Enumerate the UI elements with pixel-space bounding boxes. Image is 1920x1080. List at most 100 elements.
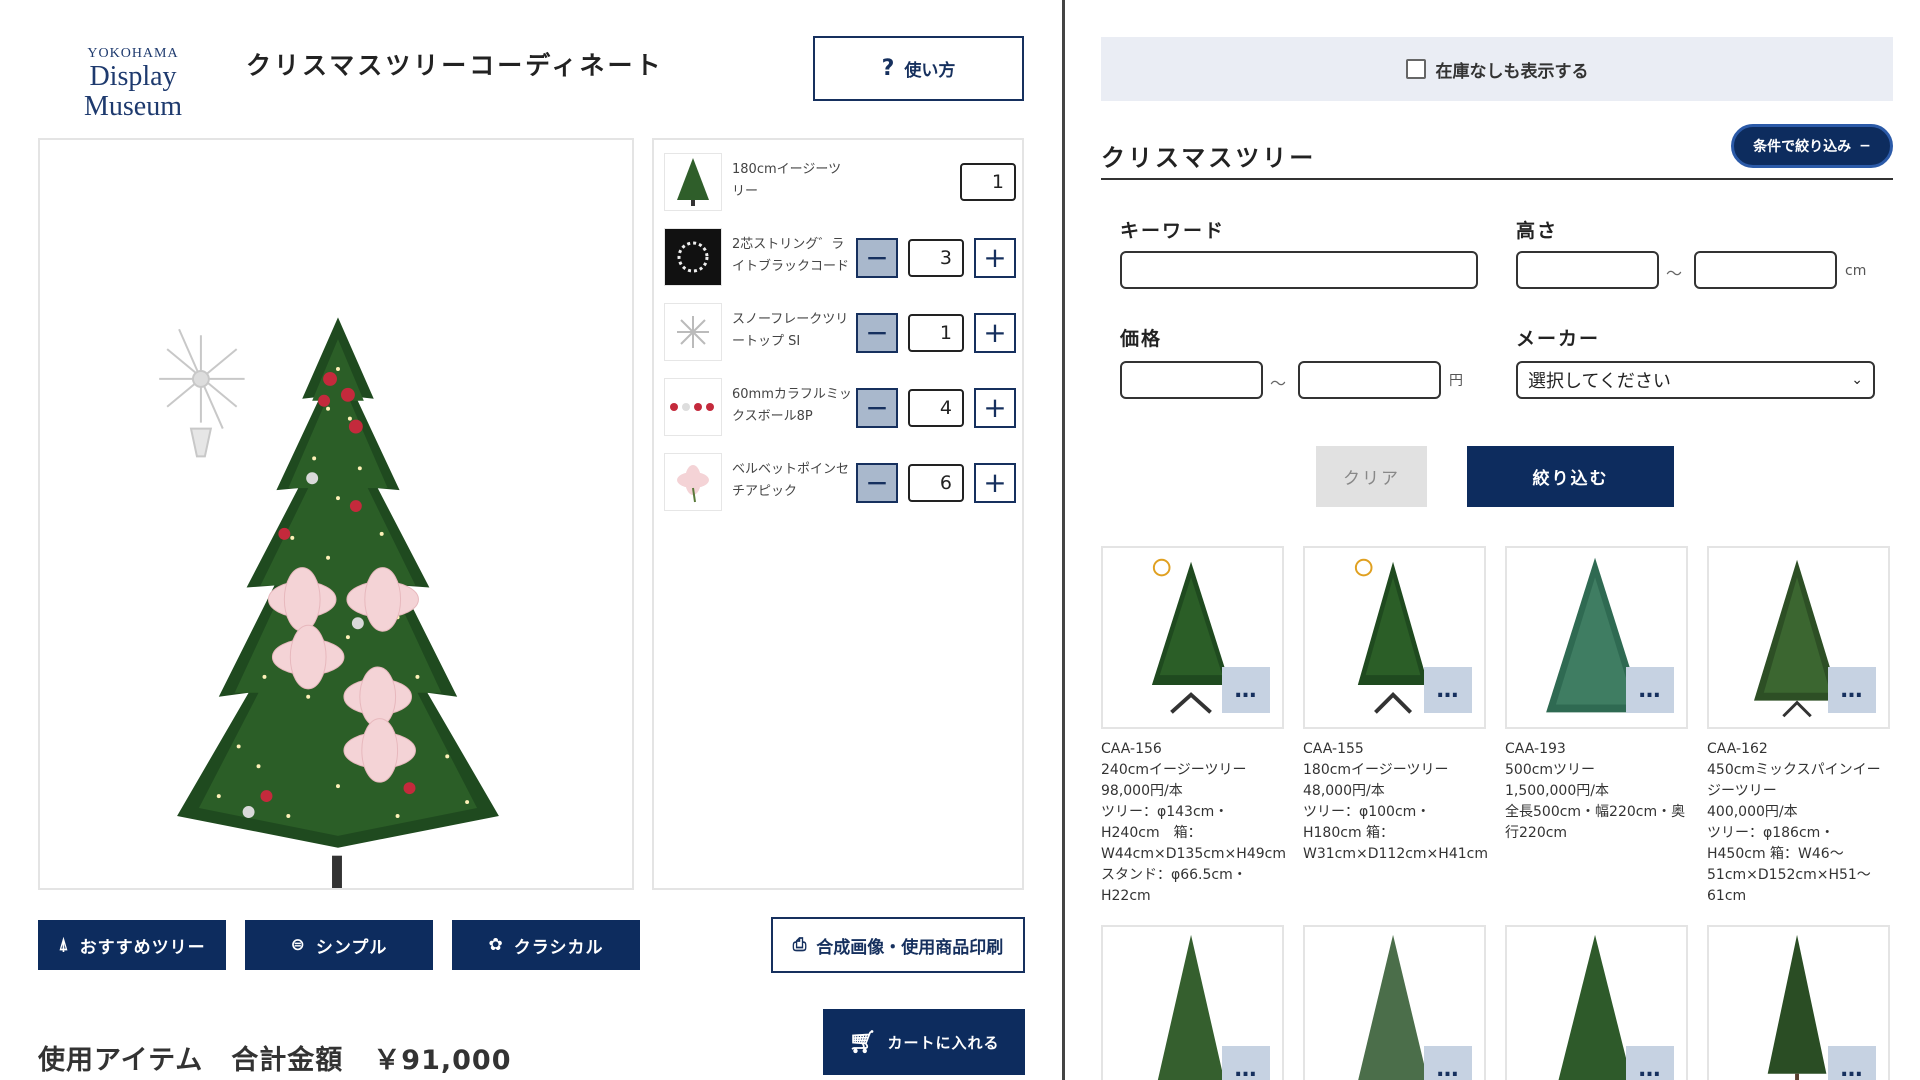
more-options-button[interactable]: … xyxy=(1424,1046,1472,1080)
price-max-input[interactable] xyxy=(1298,361,1441,399)
product-card[interactable]: … CAA-162 450cmミックスパインイージーツリー 400,000円/本… xyxy=(1707,546,1892,907)
site-logo[interactable]: YOKOHAMA Display Museum xyxy=(38,46,228,122)
price-min-input[interactable] xyxy=(1120,361,1263,399)
product-card[interactable]: … xyxy=(1707,925,1892,1080)
more-options-button[interactable]: … xyxy=(1828,1046,1876,1080)
quantity-field[interactable]: 1 xyxy=(908,314,964,352)
more-options-button[interactable]: … xyxy=(1424,667,1472,713)
show-out-of-stock-checkbox[interactable] xyxy=(1405,59,1426,79)
logo-big-text: Display Museum xyxy=(84,61,182,122)
more-options-button[interactable]: … xyxy=(1222,667,1270,713)
item-name: ベルベットポインセチアピック xyxy=(732,462,850,499)
simple-label: シンプル xyxy=(315,937,388,958)
decrease-button[interactable]: − xyxy=(856,238,898,278)
minus-icon: − xyxy=(1859,138,1871,154)
item-thumbnail xyxy=(664,153,722,211)
product-code: CAA-193 xyxy=(1505,741,1566,757)
increase-button[interactable]: + xyxy=(974,238,1016,278)
item-controls: − 6 + xyxy=(856,463,1016,503)
more-options-button[interactable]: … xyxy=(1626,667,1674,713)
snowflake-thumbnail-icon xyxy=(677,316,709,348)
more-options-button[interactable]: … xyxy=(1828,667,1876,713)
increase-button[interactable]: + xyxy=(974,313,1016,353)
list-item: 2芯ストリング゛ライトブラックコード Ver. II ホ… − 3 + xyxy=(664,227,1016,287)
tree-preview-canvas[interactable] xyxy=(38,138,634,986)
add-to-cart-label: カートに入れる xyxy=(887,1033,1000,1052)
section-divider xyxy=(1101,178,1893,180)
quantity-field[interactable]: 1 xyxy=(960,163,1016,201)
height-label: 高さ xyxy=(1516,220,1559,242)
item-thumbnail xyxy=(664,378,722,436)
product-card[interactable]: … CAA-193 500cmツリー 1,500,000円/本 全長500cm・… xyxy=(1505,546,1690,844)
product-image[interactable]: … xyxy=(1505,925,1688,1080)
bell-icon: ✿ xyxy=(488,935,504,955)
show-out-of-stock-label[interactable]: 在庫なしも表示する xyxy=(1436,57,1589,82)
product-card[interactable]: … CAA-156 240cmイージーツリー 98,000円/本 ツリー：φ14… xyxy=(1101,546,1300,907)
product-image[interactable]: … xyxy=(1707,925,1890,1080)
maker-select[interactable]: 選択してください ⌄ xyxy=(1516,361,1875,399)
decrease-button[interactable]: − xyxy=(856,388,898,428)
page-title: クリスマスツリーコーディネート xyxy=(246,51,664,80)
decrease-button[interactable]: − xyxy=(856,313,898,353)
product-detail: ツリー：φ100cm・H180cm 箱：W31cm×D112cm×H41cm xyxy=(1303,804,1488,862)
logo-small-text: YOKOHAMA xyxy=(87,46,179,61)
product-image[interactable]: … xyxy=(1303,546,1486,729)
height-max-input[interactable] xyxy=(1694,251,1837,289)
print-button[interactable]: ⎙ 合成画像・使用商品印刷 xyxy=(771,917,1025,973)
decrease-button[interactable]: − xyxy=(856,463,898,503)
question-icon: ? xyxy=(881,56,895,81)
maker-label: メーカー xyxy=(1516,328,1601,350)
product-name[interactable]: 240cmイージーツリー xyxy=(1101,760,1286,781)
product-name[interactable]: 500cmツリー xyxy=(1505,760,1690,781)
badge-icon xyxy=(1354,558,1373,577)
product-card[interactable]: … xyxy=(1505,925,1690,1080)
quantity-field[interactable]: 3 xyxy=(908,239,964,277)
list-item: 60mmカラフルミックスボール8P − 4 + xyxy=(664,377,1016,437)
stock-filter-bar: 在庫なしも表示する xyxy=(1101,37,1893,101)
maker-selected-value: 選択してください xyxy=(1528,371,1671,392)
increase-button[interactable]: + xyxy=(974,388,1016,428)
used-items-list: 180cmイージーツリー 1 2芯ストリング゛ライトブラックコード Ver. I… xyxy=(652,138,1024,890)
add-to-cart-button[interactable]: 🛒︎ カートに入れる xyxy=(823,1009,1025,1075)
lights-thumbnail-icon xyxy=(677,241,709,273)
product-name[interactable]: 450cmミックスパインイージーツリー xyxy=(1707,760,1892,802)
product-card[interactable]: … xyxy=(1303,925,1488,1080)
keyword-input[interactable] xyxy=(1120,251,1478,289)
classical-button[interactable]: ✿ クラシカル xyxy=(452,920,640,970)
product-price: 1,500,000円/本 xyxy=(1505,783,1609,799)
product-name[interactable]: 180cmイージーツリー xyxy=(1303,760,1488,781)
more-options-button[interactable]: … xyxy=(1626,1046,1674,1080)
filter-toggle-button[interactable]: 条件で絞り込み − xyxy=(1731,124,1893,168)
product-image[interactable]: … xyxy=(1303,925,1486,1080)
increase-button[interactable]: + xyxy=(974,463,1016,503)
help-button-label: 使い方 xyxy=(904,61,956,81)
recommend-tree-label: おすすめツリー xyxy=(79,937,206,958)
ornament-thumbnail-icon xyxy=(670,403,714,411)
product-image[interactable]: … xyxy=(1101,925,1284,1080)
height-min-input[interactable] xyxy=(1516,251,1659,289)
product-card[interactable]: … xyxy=(1101,925,1286,1080)
recommend-tree-button[interactable]: ⍋ おすすめツリー xyxy=(38,920,226,970)
apply-filter-button[interactable]: 絞り込む xyxy=(1467,446,1674,507)
tree-outline-icon: ⍋ xyxy=(58,935,70,955)
snowflake-topper[interactable] xyxy=(159,328,245,458)
price-label: 価格 xyxy=(1120,328,1163,350)
item-controls: − 4 + xyxy=(856,388,1016,428)
clear-button[interactable]: クリア xyxy=(1316,446,1427,507)
more-options-button[interactable]: … xyxy=(1222,1046,1270,1080)
coordinate-panel: YOKOHAMA Display Museum クリスマスツリーコーディネート … xyxy=(0,0,1062,1080)
product-image[interactable]: … xyxy=(1707,546,1890,729)
item-controls: − 3 + xyxy=(856,238,1016,278)
classical-label: クラシカル xyxy=(513,937,604,958)
product-price: 48,000円/本 xyxy=(1303,783,1385,799)
product-image[interactable]: … xyxy=(1101,546,1284,729)
product-card[interactable]: … CAA-155 180cmイージーツリー 48,000円/本 ツリー：φ10… xyxy=(1303,546,1488,865)
product-price: 98,000円/本 xyxy=(1101,783,1183,799)
help-button[interactable]: ? 使い方 xyxy=(813,36,1024,101)
quantity-field[interactable]: 6 xyxy=(908,464,964,502)
cart-icon: 🛒︎ xyxy=(848,1029,878,1055)
total-label: 使用アイテム 合計金額 xyxy=(38,1045,344,1076)
quantity-field[interactable]: 4 xyxy=(908,389,964,427)
simple-button[interactable]: ⊜ シンプル xyxy=(245,920,433,970)
product-image[interactable]: … xyxy=(1505,546,1688,729)
